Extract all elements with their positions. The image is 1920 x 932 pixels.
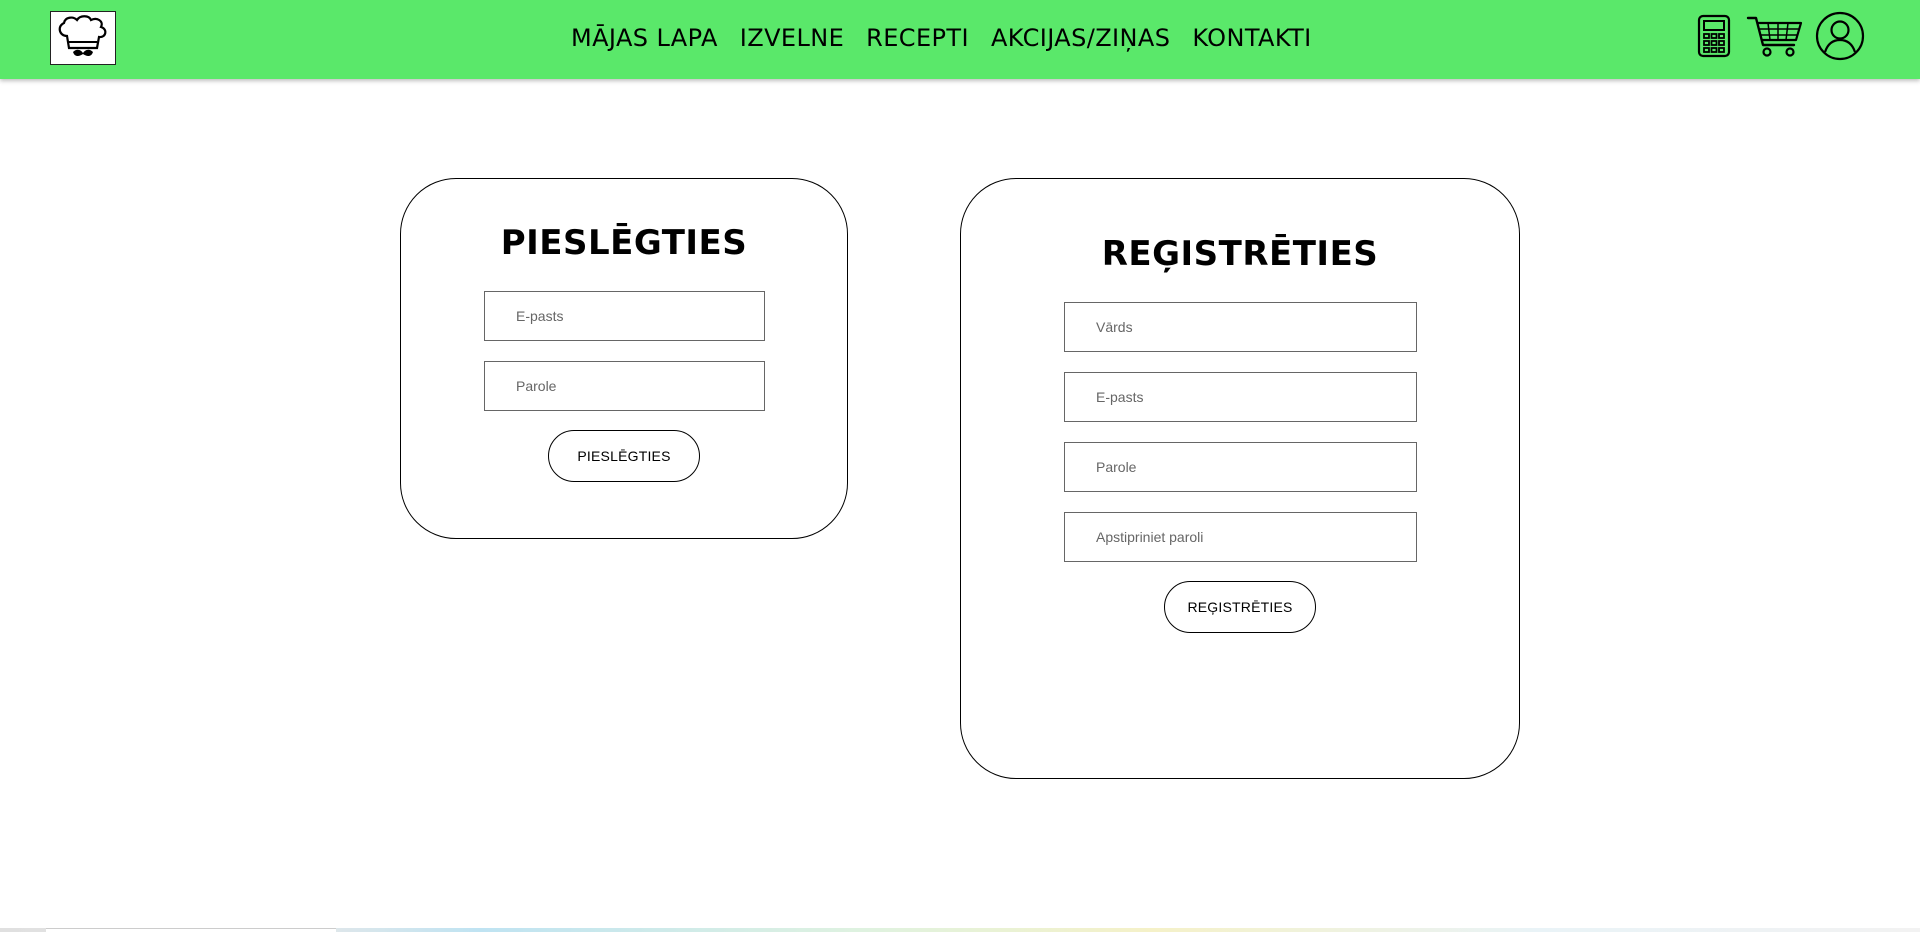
cart-button[interactable]: [1745, 12, 1805, 60]
main-nav: MĀJAS LAPA IZVELNE RECEPTI AKCIJAS/ZIŅAS…: [571, 20, 1312, 56]
register-name-field[interactable]: [1064, 302, 1417, 352]
register-email-field[interactable]: [1064, 372, 1417, 422]
register-card: REĢISTRĒTIES REĢISTRĒTIES: [960, 178, 1520, 779]
account-button[interactable]: [1815, 11, 1865, 61]
shopping-cart-icon: [1746, 16, 1803, 57]
login-card: PIESLĒGTIES PIESLĒGTIES: [400, 178, 848, 539]
nav-menu[interactable]: IZVELNE: [740, 24, 844, 52]
register-confirm-password-field[interactable]: [1064, 512, 1417, 562]
nav-promotions-news[interactable]: AKCIJAS/ZIŅAS: [991, 24, 1170, 52]
nav-home[interactable]: MĀJAS LAPA: [571, 24, 718, 52]
register-title: REĢISTRĒTIES: [1101, 234, 1379, 274]
login-button[interactable]: PIESLĒGTIES: [548, 430, 700, 482]
calculator-icon: [1697, 14, 1731, 58]
user-account-icon: [1815, 11, 1865, 61]
site-logo[interactable]: [50, 11, 116, 65]
nav-recipes[interactable]: RECEPTI: [866, 24, 969, 52]
register-button[interactable]: REĢISTRĒTIES: [1164, 581, 1316, 633]
login-password-field[interactable]: [484, 361, 765, 411]
calculator-button[interactable]: [1696, 14, 1732, 58]
login-email-field[interactable]: [484, 291, 765, 341]
register-password-field[interactable]: [1064, 442, 1417, 492]
login-title: PIESLĒGTIES: [500, 223, 748, 263]
chef-hat-mustache-icon: [58, 15, 107, 56]
nav-contacts[interactable]: KONTAKTI: [1192, 24, 1311, 52]
site-header: MĀJAS LAPA IZVELNE RECEPTI AKCIJAS/ZIŅAS…: [0, 0, 1920, 79]
bottom-edge-panel: [46, 928, 336, 932]
